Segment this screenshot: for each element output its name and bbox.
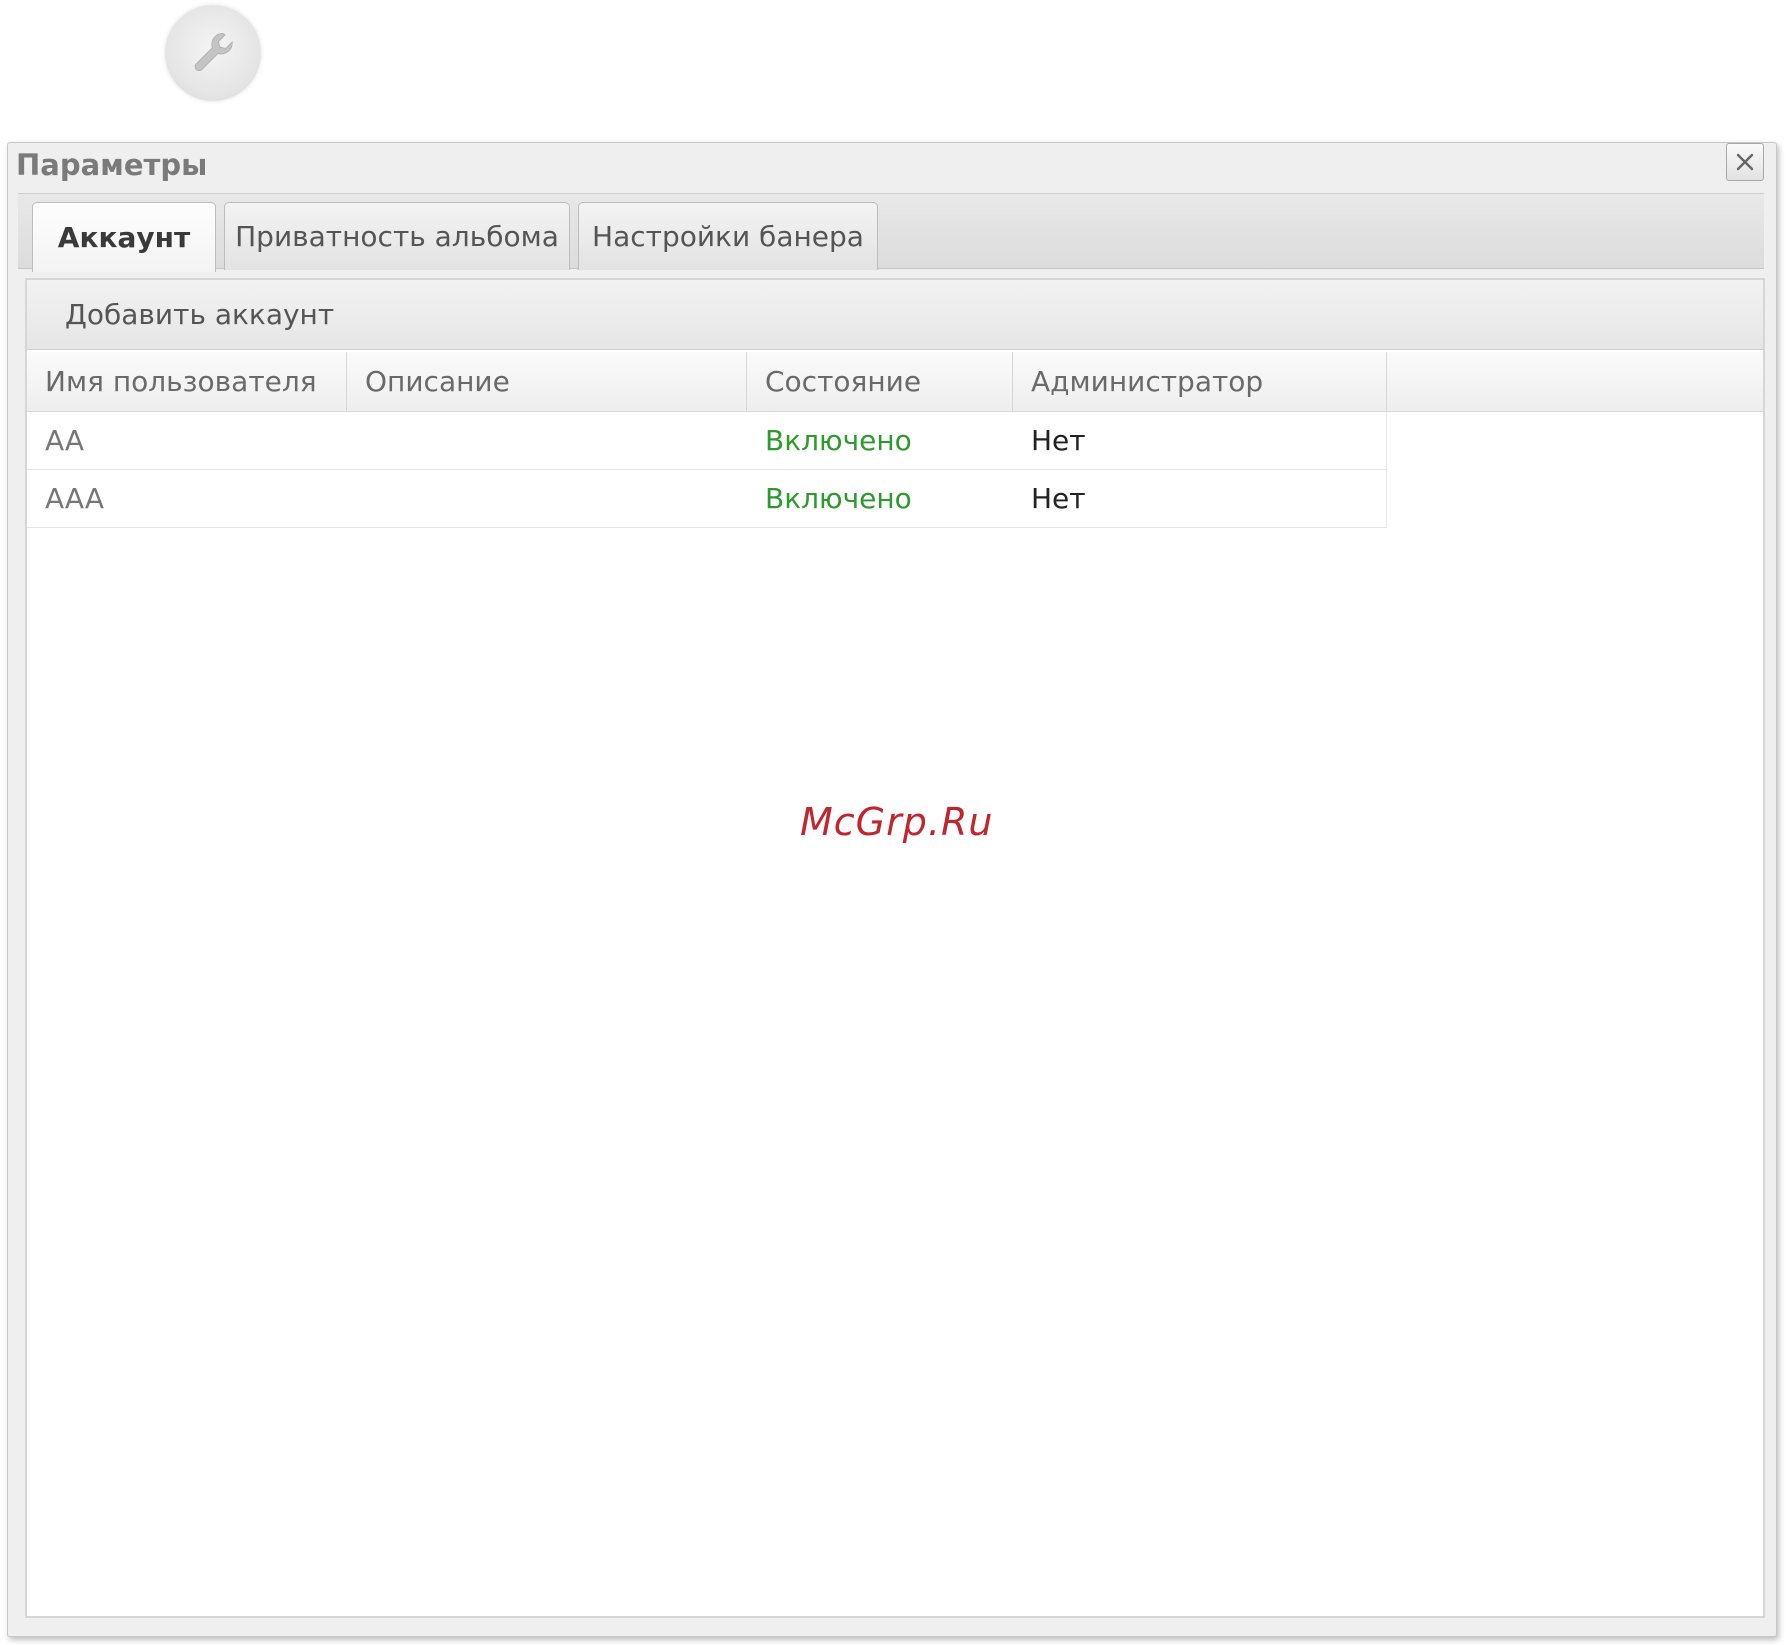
column-header-description[interactable]: Описание bbox=[347, 352, 747, 412]
cell-username: AA bbox=[45, 424, 85, 457]
cell-description bbox=[347, 412, 747, 470]
cell-username: AAA bbox=[45, 482, 105, 515]
close-button[interactable] bbox=[1726, 143, 1764, 181]
tab-banner-settings[interactable]: Настройки банера bbox=[578, 202, 878, 270]
close-icon bbox=[1736, 153, 1754, 171]
table-row[interactable]: AAA Включено Нет bbox=[27, 470, 1387, 528]
settings-button[interactable] bbox=[165, 5, 261, 101]
settings-dialog: Параметры Аккаунт Приватность альбома На… bbox=[7, 142, 1777, 1637]
cell-status: Включено bbox=[765, 424, 912, 457]
toolbar: Добавить аккаунт bbox=[27, 280, 1763, 350]
column-header-admin[interactable]: Администратор bbox=[1013, 352, 1387, 412]
column-header-status[interactable]: Состояние bbox=[747, 352, 1013, 412]
account-panel: Добавить аккаунт Имя пользователя Описан… bbox=[25, 278, 1765, 1618]
cell-status: Включено bbox=[765, 482, 912, 515]
cell-admin: Нет bbox=[1031, 424, 1086, 457]
wrench-icon bbox=[194, 32, 233, 72]
table-row[interactable]: AA Включено Нет bbox=[27, 412, 1387, 470]
watermark: McGrp.Ru bbox=[800, 800, 994, 844]
cell-description bbox=[347, 470, 747, 528]
tab-strip: Аккаунт Приватность альбома Настройки ба… bbox=[18, 193, 1764, 272]
dialog-title: Параметры bbox=[16, 148, 208, 182]
page: Параметры Аккаунт Приватность альбома На… bbox=[0, 0, 1786, 1645]
column-header-username[interactable]: Имя пользователя bbox=[27, 352, 347, 412]
cell-admin: Нет bbox=[1031, 482, 1086, 515]
grid-header: Имя пользователя Описание Состояние Адми… bbox=[27, 352, 1763, 412]
add-account-button[interactable]: Добавить аккаунт bbox=[65, 280, 334, 350]
tab-album-privacy[interactable]: Приватность альбома bbox=[224, 202, 570, 270]
tab-account[interactable]: Аккаунт bbox=[32, 202, 216, 272]
